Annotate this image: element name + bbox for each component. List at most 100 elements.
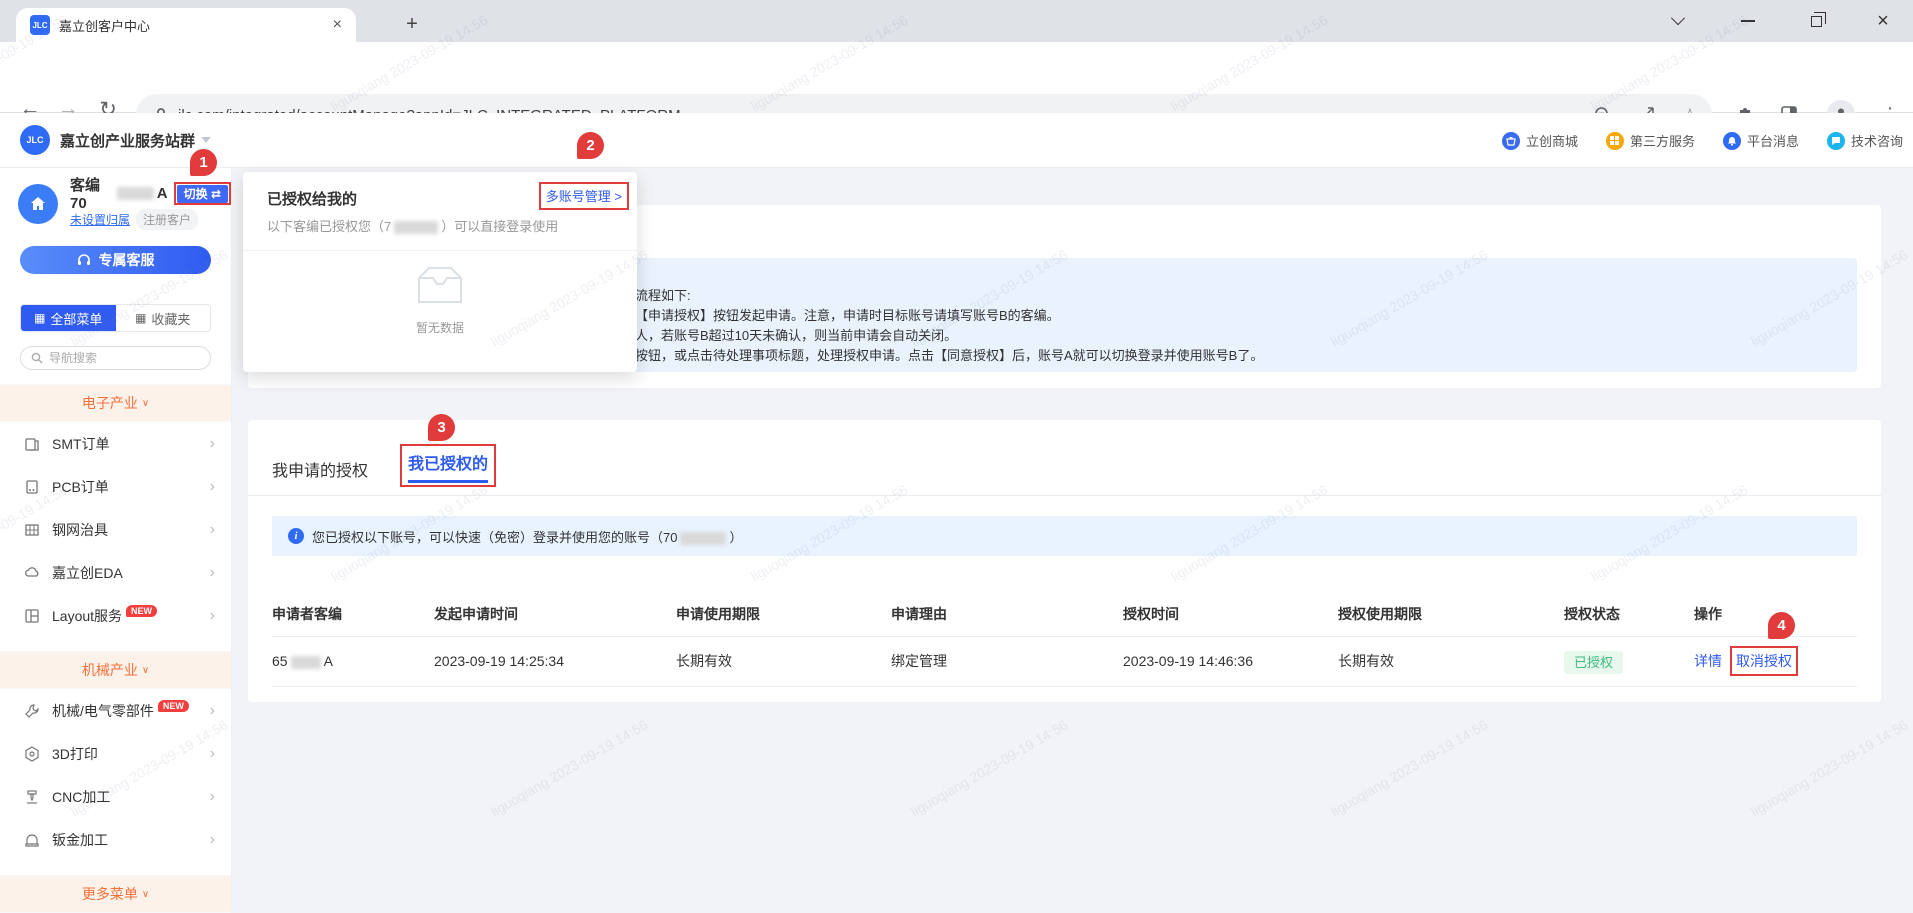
chevron-right-icon: › [210,435,215,453]
section-title: 电子产业 [82,393,138,413]
sidebar-item-smt[interactable]: SMT订单 › [0,422,231,465]
annotation-badge-2: 2 [577,132,604,159]
sidebar-item-label: 机械/电气零部件 [52,701,154,721]
annotation-badge-4: 4 [1768,612,1795,639]
multi-account-manage-link[interactable]: 多账号管理 > [546,189,622,204]
site-caret-icon [201,137,211,143]
user-meta-line: 未设置归属 注册客户 [70,209,231,230]
smt-order-icon [24,436,40,452]
empty-box-icon [411,264,469,308]
granted-notice-bar: i 您已授权以下账号，可以快速（免密）登录并使用您的账号（70） [272,516,1857,556]
sidebar-item-mech-parts[interactable]: 机械/电气零部件 NEW › [0,689,231,732]
tab-my-granted-auth[interactable]: 我已授权的 [408,450,488,483]
switch-account-button[interactable]: 切换 ⇄ [177,185,228,203]
sidebar-item-layout[interactable]: Layout服务 NEW › [0,594,231,637]
info-line: 【申请授权】按钮发起申请。注意，申请时目标账号请填写账号B的客编。 [635,306,1837,326]
sidebar-item-label: PCB订单 [52,477,109,497]
new-tab-button[interactable]: + [398,10,426,38]
user-code: 客编 70 [70,174,114,212]
header-link-mall[interactable]: 立创商城 [1502,131,1578,150]
window-minimize-icon[interactable] [1725,0,1771,42]
col-applicant: 申请者客编 [272,592,434,636]
nav-search-input[interactable] [49,351,179,365]
caret-down-icon: ∨ [142,665,149,676]
popup-divider [243,250,637,251]
user-card: 客编 70 A 切换 ⇄ 未设置归属 注册客户 [0,168,231,230]
cell-reason: 绑定管理 [891,636,1123,686]
header-link-thirdparty[interactable]: 第三方服务 [1606,131,1695,150]
jlc-logo-icon: JLC [20,125,50,155]
header-link-support[interactable]: 技术咨询 [1827,131,1903,150]
sidebar-item-label: 3D打印 [52,744,98,764]
dedicated-support-button[interactable]: 专属客服 [20,246,211,274]
page-header: JLC 嘉立创产业服务站群 立创商城 第三方服务 平台消息 技术咨询 [0,113,1913,168]
tab-favorites[interactable]: ▦收藏夹 [116,305,211,331]
info-line: 人，若账号B超过10天未确认，则当前申请会自动关闭。 [635,326,1837,346]
header-link-messages[interactable]: 平台消息 [1723,131,1799,150]
window-close-icon[interactable]: × [1860,0,1906,42]
header-link-label: 平台消息 [1747,131,1799,150]
tab-all-menu[interactable]: ▦全部菜单 [21,305,116,331]
annotation-box-3: 我已授权的 [400,444,496,487]
home-icon [29,195,47,213]
popup-subtitle: 以下客编已授权您（7）可以直接登录使用 [267,216,558,235]
search-icon [31,352,43,364]
annotation-box-1: 切换 ⇄ [174,182,231,205]
header-link-label: 第三方服务 [1630,131,1695,150]
window-dropdown-icon[interactable] [1655,0,1701,42]
header-link-label: 技术咨询 [1851,131,1903,150]
section-more[interactable]: 更多菜单∨ [0,875,231,913]
nav-search-box[interactable] [20,346,211,370]
sidebar-item-eda[interactable]: 嘉立创EDA› [0,551,231,594]
no-owner-link[interactable]: 未设置归属 [70,211,130,228]
cell-actions: 详情取消授权 [1694,636,1857,686]
user-avatar [18,184,58,224]
browser-tab-strip: JLC 嘉立创客户中心 × + × [0,0,1913,42]
header-link-label: 立创商城 [1526,131,1578,150]
detail-link[interactable]: 详情 [1694,653,1722,669]
user-code-suffix: A [157,185,168,202]
cnc-icon [24,789,40,805]
chat-icon [1827,132,1845,150]
auth-tabs: 我申请的授权 我已授权的 [272,444,1857,487]
window-restore-icon[interactable] [1793,0,1839,42]
info-icon: i [288,528,304,544]
annotation-badge-3: 3 [428,414,455,441]
sidebar-item-label: SMT订单 [52,434,110,454]
empty-text: 暂无数据 [243,319,637,336]
section-title: 更多菜单 [82,884,138,904]
favicon: JLC [30,15,50,35]
tab-my-applied-auth[interactable]: 我申请的授权 [272,457,368,487]
table-header-row: 申请者客编 发起申请时间 申请使用期限 申请理由 授权时间 授权使用期限 授权状… [272,592,1857,636]
third-party-grid-icon [1606,132,1624,150]
col-auth-term: 授权使用期限 [1338,592,1564,636]
sidebar-menu-tabs: ▦全部菜单 ▦收藏夹 [20,304,211,332]
bell-icon [1723,132,1741,150]
sidebar-item-cnc[interactable]: CNC加工› [0,775,231,818]
tab-label: 收藏夹 [151,309,190,328]
section-mechanical[interactable]: 机械产业∨ [0,651,231,689]
cell-apply-term: 长期有效 [676,636,891,686]
section-electronics[interactable]: 电子产业∨ [0,384,231,422]
info-line: 按钮，或点击待处理事项标题，处理授权申请。点击【同意授权】后，账号A就可以切换登… [635,346,1837,366]
site-name[interactable]: 嘉立创产业服务站群 [60,130,195,151]
stencil-grid-icon [24,522,40,538]
cancel-auth-link[interactable]: 取消授权 [1736,653,1792,669]
sidebar-item-stencil[interactable]: 钢网治具› [0,508,231,551]
chevron-right-icon: › [210,702,215,720]
col-apply-term: 申请使用期限 [676,592,891,636]
sidebar-item-label: 钣金加工 [52,830,108,850]
browser-tab[interactable]: JLC 嘉立创客户中心 × [16,8,356,42]
table-row: 65A 2023-09-19 14:25:34 长期有效 绑定管理 2023-0… [272,636,1857,686]
sidebar-item-3dprint[interactable]: 3D打印› [0,732,231,775]
header-links: 立创商城 第三方服务 平台消息 技术咨询 [1502,113,1903,168]
notice-text: 您已授权以下账号，可以快速（免密）登录并使用您的账号（70） [312,527,742,546]
sidebar-item-sheetmetal[interactable]: 钣金加工› [0,818,231,861]
tab-close-icon[interactable]: × [329,16,346,34]
sidebar-item-pcb[interactable]: PCB订单› [0,465,231,508]
grid-icon: ▦ [34,311,45,325]
site-logo[interactable]: JLC 嘉立创产业服务站群 [20,125,211,155]
auth-list-card: 我申请的授权 我已授权的 i 您已授权以下账号，可以快速（免密）登录并使用您的账… [248,420,1881,702]
tab-title: 嘉立创客户中心 [59,16,329,35]
pcb-order-icon [24,479,40,495]
